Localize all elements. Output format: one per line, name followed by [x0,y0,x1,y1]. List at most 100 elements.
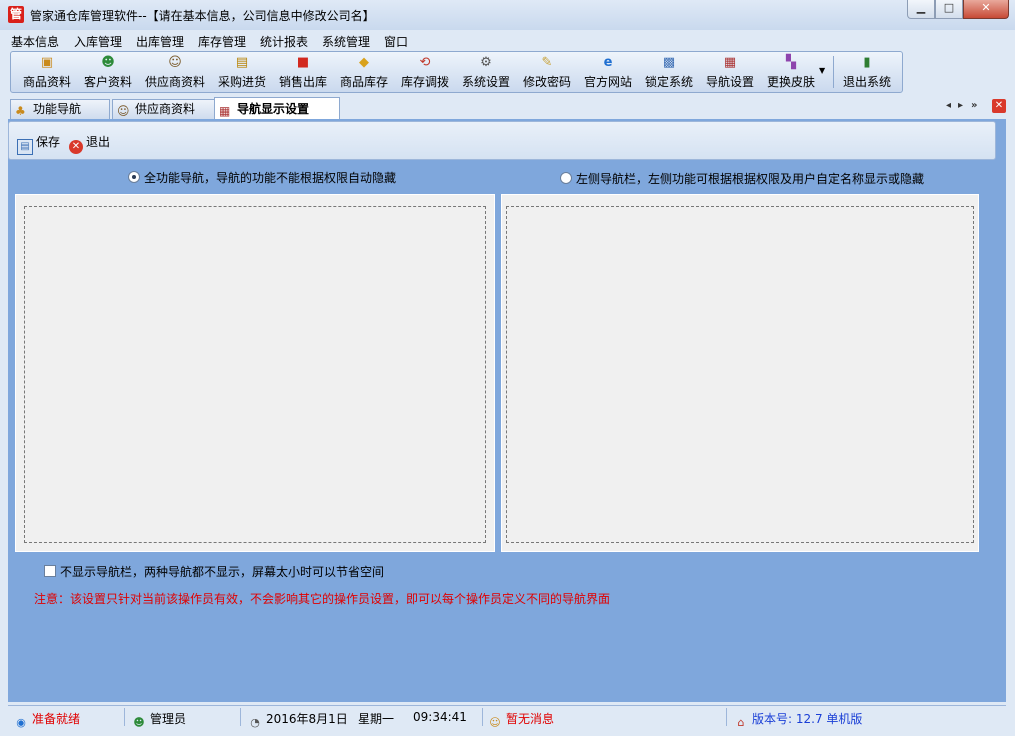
save-icon: ▤ [17,139,33,155]
toolbar-website-button[interactable]: e 官方网站 [584,55,632,90]
tab-list-icon[interactable]: » [971,100,977,111]
save-label: 保存 [36,135,61,149]
toolbar-customers-button[interactable]: ☻ 客户资料 [84,55,132,90]
minimize-button[interactable]: ▁ [907,0,935,19]
exit-button[interactable]: ✕ 退出 [69,133,110,154]
settings-note: 注意：该设置只针对当前该操作员有效，不会影响其它的操作员设置，即可以每个操作员定… [34,592,611,606]
full-nav-preview-area [24,206,486,543]
supplier-icon: ☺ [168,55,182,70]
radio-dot [560,172,572,184]
status-user: ☻ 管理员 [132,710,186,730]
toolbar-lock-button[interactable]: ▩ 锁定系统 [645,55,693,90]
status-version-text: 版本号: 12.7 单机版 [752,712,863,726]
tab-scroll-left-icon[interactable]: ◂ [946,100,951,111]
title-bar: 管 管家通仓库管理软件--【请在基本信息，公司信息中修改公司名】 ▁ □ ✕ [0,0,1015,30]
status-message[interactable]: ☺ 暂无消息 [488,710,554,730]
toolbar-label: 系统设置 [462,75,511,89]
toolbar-transfer-button[interactable]: ⟲ 库存调拨 [401,55,449,90]
toolbar-suppliers-button[interactable]: ☺ 供应商资料 [145,55,205,90]
status-date-text: 2016年8月1日 [266,712,348,726]
message-icon: ☺ [489,716,501,729]
toolbar-label: 更换皮肤 [767,75,816,89]
menu-window[interactable]: 窗口 [384,33,408,50]
status-user-text: 管理员 [150,712,187,726]
toolbar-label: 导航设置 [706,75,755,89]
toolbar-label: 商品库存 [340,75,389,89]
toolbar-skin-button[interactable]: ▚ 更换皮肤 [767,55,815,90]
status-message-text: 暂无消息 [506,712,555,726]
nav-icon: ▦ [723,55,737,70]
toolbar-stock-button[interactable]: ◆ 商品库存 [340,55,388,90]
tab-suppliers[interactable]: ☺ 供应商资料 [112,99,220,119]
toolbar-label: 锁定系统 [645,75,694,89]
toolbar-products-button[interactable]: ▣ 商品资料 [23,55,71,90]
menu-inventory[interactable]: 库存管理 [198,33,246,50]
truck-icon: ▤ [235,55,249,70]
toolbar-label: 官方网站 [584,75,633,89]
window-controls: ▁ □ ✕ [907,0,1009,20]
basket-icon: ■ [296,55,310,70]
tab-function-nav[interactable]: ♣ 功能导航 [10,99,110,119]
clock-icon: ◔ [250,716,260,729]
full-nav-preview-panel [15,194,495,552]
lock-icon: ▩ [662,55,676,70]
people-icon: ☻ [101,55,115,70]
status-bar: ◉ 准备就绪 ☻ 管理员 ◔ 2016年8月1日 星期一 09:34:41 ☺ 暂无消息… [8,705,1006,730]
toolbar-separator [833,56,834,88]
full-nav-label: 全功能导航，导航的功能不能根据权限自动隐藏 [144,171,397,185]
skin-icon: ▚ [786,55,796,70]
toolbar-sales-button[interactable]: ■ 销售出库 [279,55,327,90]
toolbar-settings-button[interactable]: ⚙ 系统设置 [462,55,510,90]
ie-icon: e [603,55,613,70]
left-nav-preview-panel [501,194,979,552]
menu-basic-info[interactable]: 基本信息 [11,33,59,50]
menu-outbound[interactable]: 出库管理 [136,33,184,50]
status-ready-text: 准备就绪 [32,712,81,726]
chevron-down-icon[interactable]: ▼ [819,66,825,75]
toolbar-nav-settings-button[interactable]: ▦ 导航设置 [706,55,754,90]
warehouse-icon: ◆ [359,55,369,70]
tab-nav-display-settings[interactable]: ▦ 导航显示设置 [214,97,340,120]
full-nav-radio[interactable]: 全功能导航，导航的功能不能根据权限自动隐藏 [128,169,396,186]
save-button[interactable]: ▤ 保存 [17,133,60,155]
window-title: 管家通仓库管理软件--【请在基本信息，公司信息中修改公司名】 [30,9,375,23]
main-toolbar: ▣ 商品资料 ☻ 客户资料 ☺ 供应商资料 ▤ 采购进货 ■ 销售出库 ◆ 商品库存 ⟲ 库存… [10,51,903,93]
toolbar-label: 修改密码 [523,75,572,89]
left-nav-preview-area [506,206,974,543]
transfer-icon: ⟲ [419,55,431,70]
tab-scroll-right-icon[interactable]: ▸ [958,100,963,111]
toolbar-label: 销售出库 [279,75,328,89]
close-window-button[interactable]: ✕ [963,0,1009,19]
close-tab-icon[interactable]: ✕ [992,99,1006,113]
settings-icon: ⚙ [480,55,492,70]
status-time: 09:34:41 [413,710,467,724]
status-version: ⌂ 版本号: 12.7 单机版 [734,710,863,730]
toolbar-label: 退出系统 [843,75,892,89]
status-ready: ◉ 准备就绪 [14,710,80,730]
radio-dot [128,171,140,183]
command-bar: ▤ 保存 ✕ 退出 [8,121,996,160]
toolbar-password-button[interactable]: ✎ 修改密码 [523,55,571,90]
toolbar-label: 商品资料 [23,75,72,89]
app-logo-icon: 管 [8,6,24,23]
toolbar-exit-button[interactable]: ▮ 退出系统 [843,55,891,90]
hide-nav-checkbox[interactable]: 不显示导航栏，两种导航都不显示，屏幕太小时可以节省空间 [44,563,384,580]
tab-label: 功能导航 [33,102,82,116]
home-icon: ⌂ [737,716,745,729]
status-weekday: 星期一 [358,712,395,726]
menu-system[interactable]: 系统管理 [322,33,370,50]
maximize-button[interactable]: □ [935,0,963,19]
toolbar-purchase-button[interactable]: ▤ 采购进货 [218,55,266,90]
hide-nav-label: 不显示导航栏，两种导航都不显示，屏幕太小时可以节省空间 [60,565,385,579]
tab-label: 供应商资料 [135,102,196,116]
exit-label: 退出 [86,135,111,149]
left-nav-radio[interactable]: 左侧导航栏，左侧功能可根据根据权限及用户自定名称显示或隐藏 [560,170,924,187]
menu-reports[interactable]: 统计报表 [260,33,308,50]
menu-inbound[interactable]: 入库管理 [74,33,122,50]
key-icon: ✎ [541,55,553,70]
status-globe-icon: ◉ [16,716,26,729]
status-separator [726,708,727,726]
status-separator [482,708,483,726]
toolbar-label: 客户资料 [84,75,133,89]
box-icon: ▣ [40,55,54,70]
